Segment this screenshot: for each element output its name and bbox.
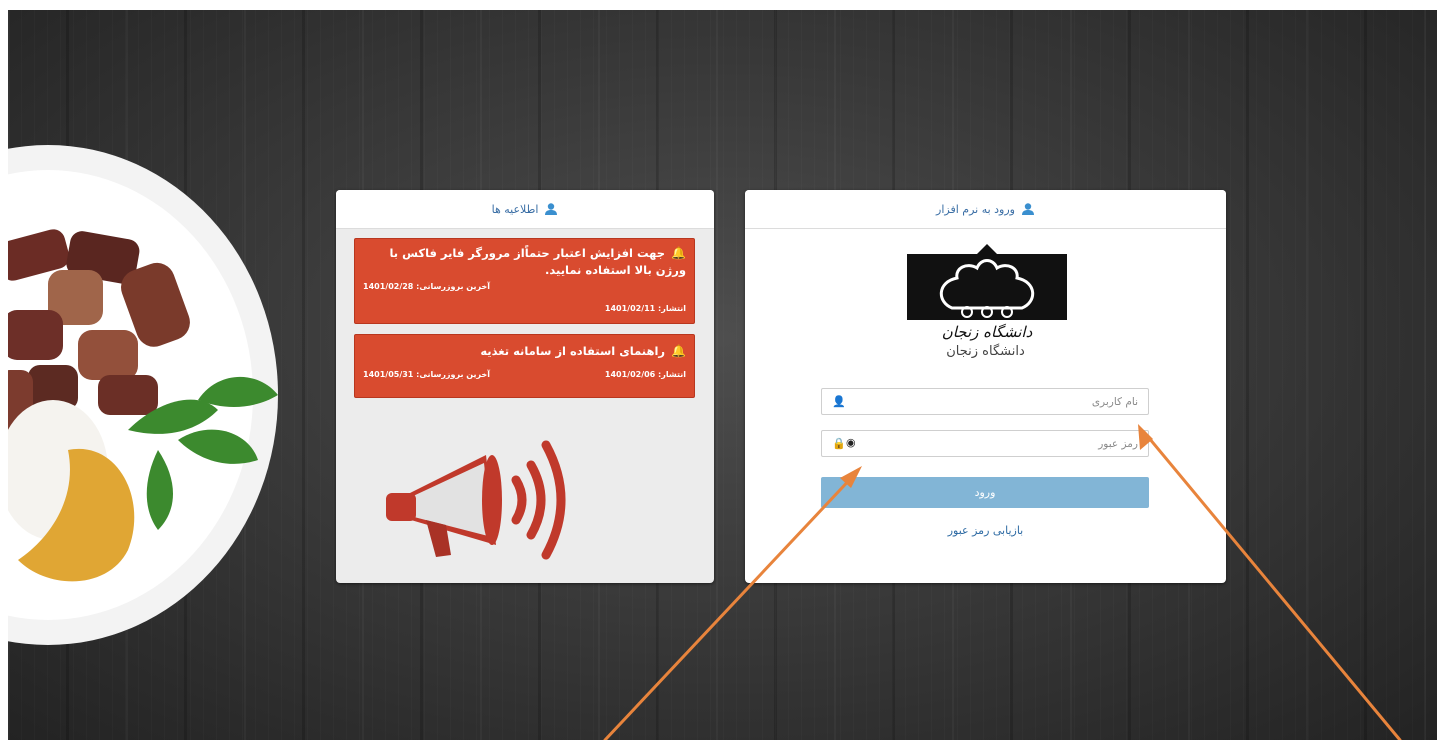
logo-text: دانشگاه زنجان [942,323,1033,341]
login-header: ورود به نرم افزار [745,190,1226,229]
password-input[interactable] [864,431,1144,456]
notice-item[interactable]: 🔔 راهنمای استفاده از سامانه تغذیه انتشار:… [354,334,695,398]
password-field: 🔒 ◉ [821,430,1149,457]
login-button[interactable]: ورود [821,477,1149,508]
notice-updated: آخرین بروزرسانی: 1401/02/28 [363,282,490,291]
university-name: دانشگاه زنجان [946,344,1025,359]
user-icon: 👤 [832,395,846,408]
notice-item[interactable]: 🔔جهت افزایش اعتبار حتماًاز مرورگر فایر ف… [354,238,695,324]
eye-slash-icon[interactable]: ◉ [846,436,856,449]
forgot-password-link[interactable]: بازیابی رمز عبور [745,524,1226,537]
announcements-title: اطلاعیه ها [491,202,539,216]
notice-title: جهت افزایش اعتبار حتماًاز مرورگر فایر فا… [389,246,686,277]
announcements-panel: اطلاعیه ها 🔔جهت افزایش اعتبار حتماًاز مر… [336,190,714,583]
notice-title: راهنمای استفاده از سامانه تغذیه [480,344,666,358]
university-logo: دانشگاه زنجان [907,244,1067,341]
username-field: 👤 [821,388,1149,415]
login-title: ورود به نرم افزار [936,202,1015,216]
lock-icon: 🔒 [832,437,846,450]
notice-updated: آخرین بروزرسانی: 1401/05/31 [363,370,490,379]
user-icon [1022,203,1034,215]
bell-icon: 🔔 [671,344,686,358]
notice-published: انتشار: 1401/02/11 [604,304,686,313]
megaphone-icon [386,440,566,560]
announcements-header: اطلاعیه ها [336,190,714,229]
notice-published: انتشار: 1401/02/06 [604,370,686,379]
bell-icon: 🔔 [671,246,686,260]
username-input[interactable] [852,389,1144,414]
food-plate-image [8,145,278,645]
login-panel: ورود به نرم افزار دانشگاه زنجان دانشگاه … [745,190,1226,583]
user-icon [545,203,558,215]
